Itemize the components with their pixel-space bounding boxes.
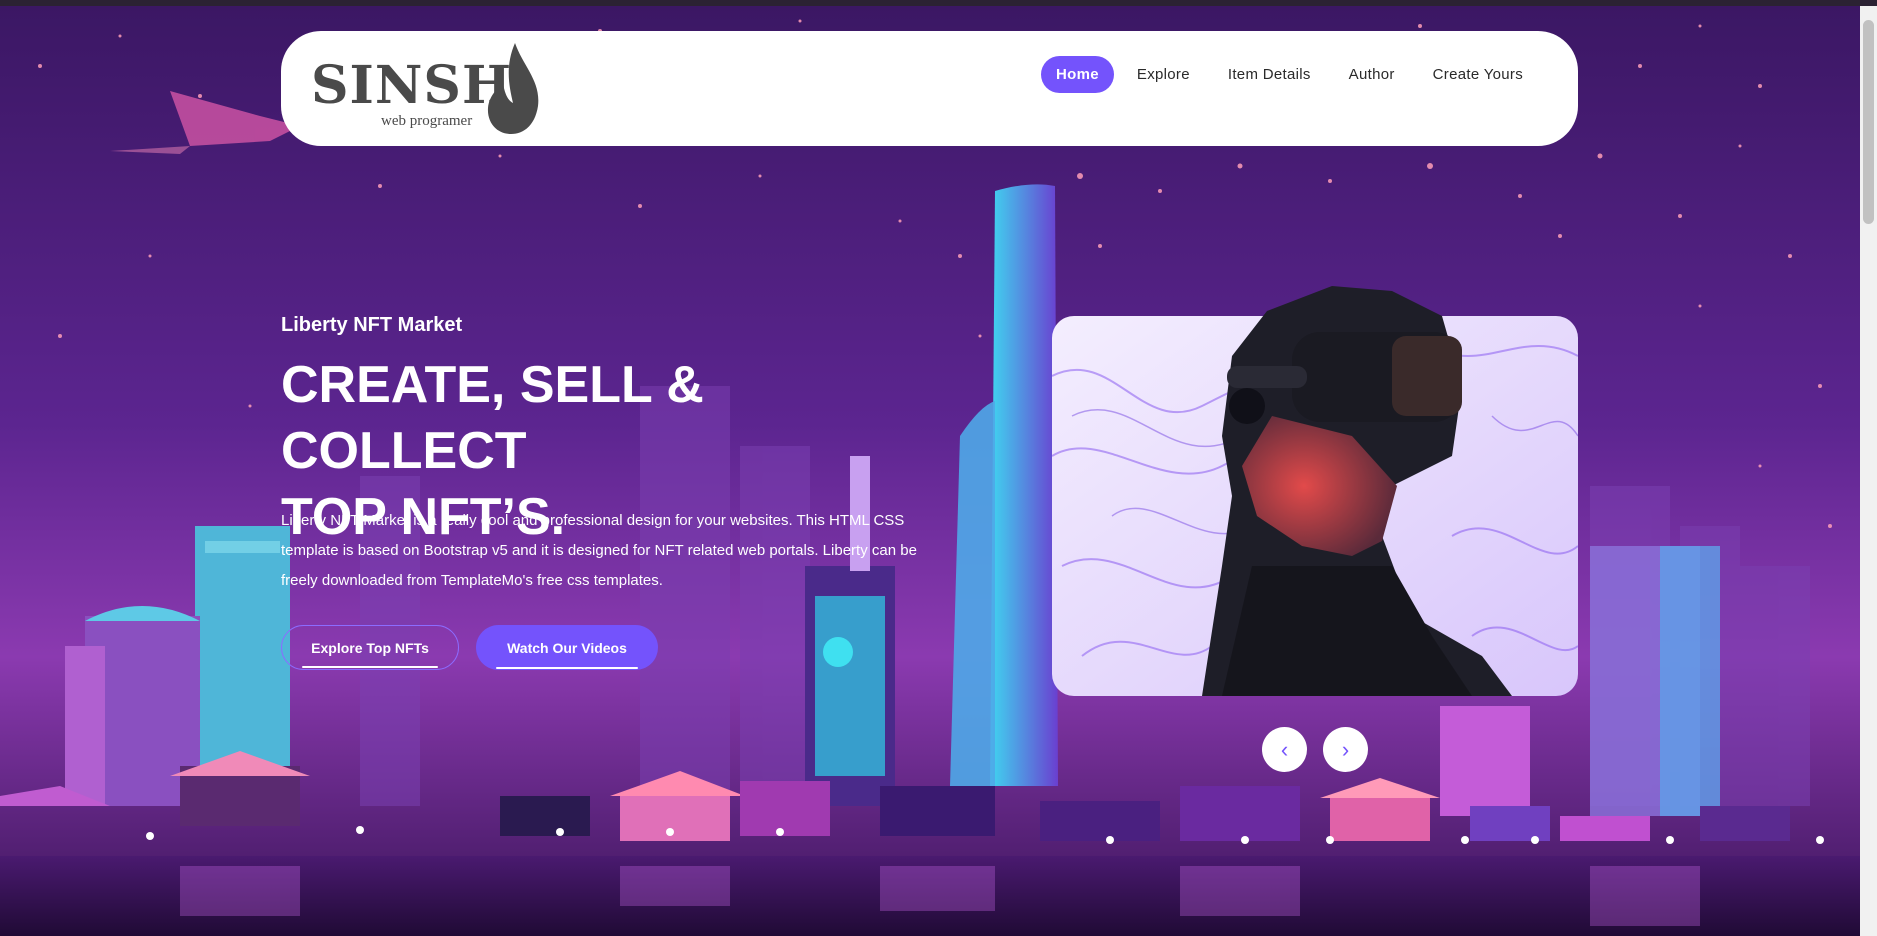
vr-headset-person-image <box>1052 286 1578 696</box>
nav-create-yours[interactable]: Create Yours <box>1418 56 1538 93</box>
hero-description: Liberty NFT Market is a really cool and … <box>281 512 917 589</box>
hero-subtitle: Liberty NFT Market <box>281 314 463 336</box>
button-underline <box>496 667 638 669</box>
logo-text: SINSH <box>311 55 513 116</box>
nav-author[interactable]: Author <box>1334 56 1410 93</box>
logo-subtitle: web programer <box>381 113 473 129</box>
chevron-left-icon: ‹ <box>1280 736 1289 762</box>
explore-button-label: Explore Top NFTs <box>311 639 429 656</box>
carousel-next-button[interactable]: › <box>1323 727 1368 772</box>
watch-videos-label: Watch Our Videos <box>507 639 627 656</box>
nav-item-details[interactable]: Item Details <box>1213 56 1326 93</box>
header-nav: SINSH web programer Home Explore Item De… <box>281 31 1578 146</box>
nav-home[interactable]: Home <box>1041 56 1114 93</box>
site-logo[interactable]: SINSH web programer <box>311 41 551 136</box>
chevron-right-icon: › <box>1341 736 1350 762</box>
scrollbar-thumb[interactable] <box>1863 20 1874 224</box>
hero-title-line1: CREATE, SELL & COLLECT <box>281 356 704 480</box>
hero-image-card <box>1052 286 1578 696</box>
carousel-prev-button[interactable]: ‹ <box>1262 727 1307 772</box>
watch-videos-button[interactable]: Watch Our Videos <box>476 625 658 670</box>
button-underline <box>302 666 438 668</box>
explore-top-nfts-button[interactable]: Explore Top NFTs <box>281 625 459 670</box>
page-scrollbar[interactable] <box>1860 6 1877 936</box>
nav-explore[interactable]: Explore <box>1122 56 1205 93</box>
flame-icon <box>487 43 539 134</box>
main-menu: Home Explore Item Details Author Create … <box>1041 56 1538 93</box>
